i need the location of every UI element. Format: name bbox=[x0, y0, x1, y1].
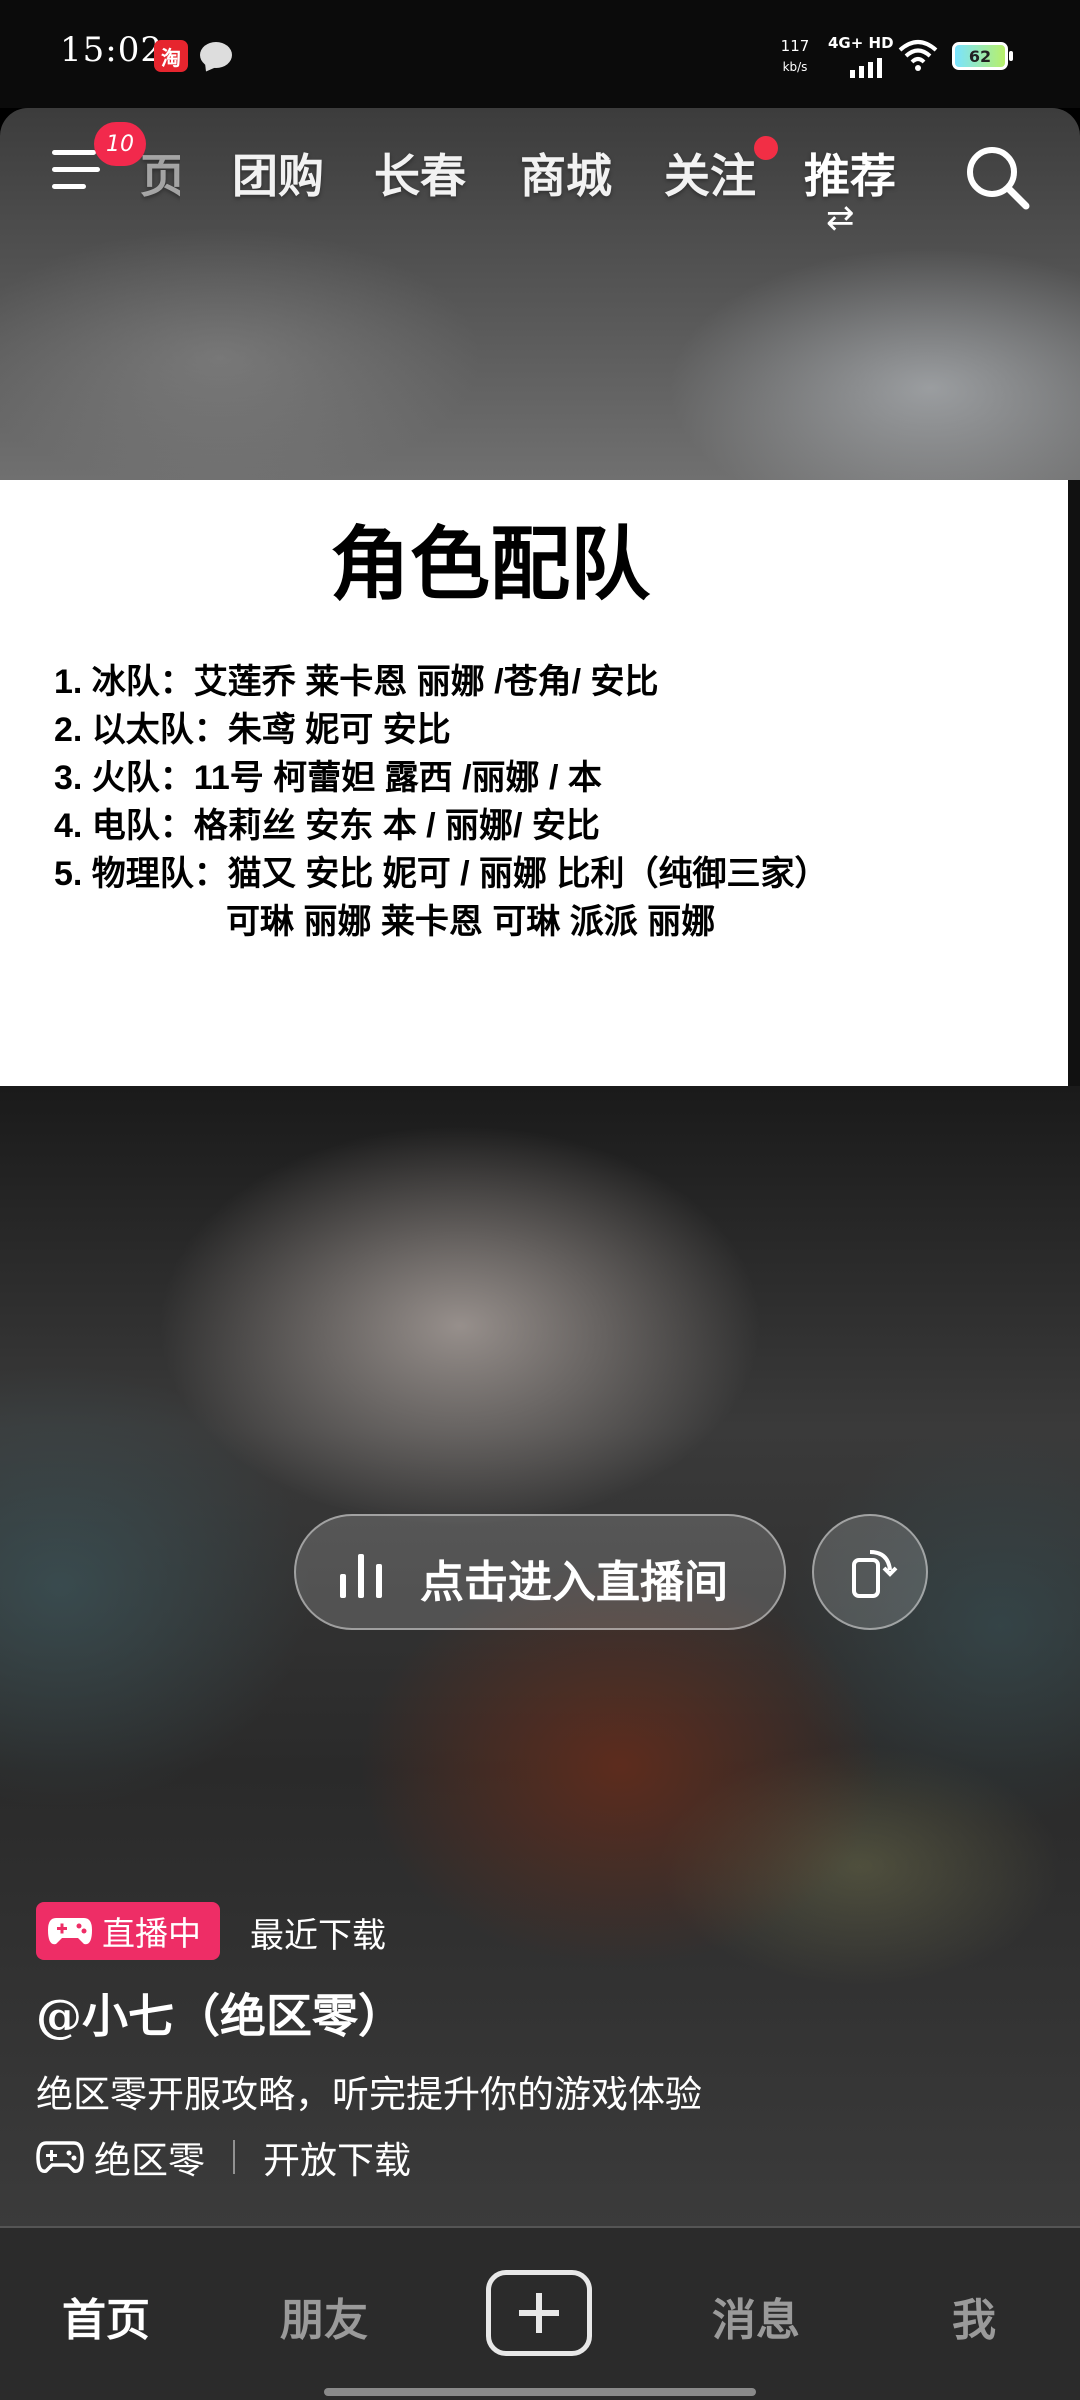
document-line-physical-cont: 可琳 丽娜 莱卡恩 可琳 派派 丽娜 bbox=[226, 903, 716, 941]
gamepad-outline-icon bbox=[36, 2141, 84, 2173]
battery-icon: 62 bbox=[952, 42, 1013, 70]
recent-download-label: 最近下载 bbox=[250, 1916, 386, 1956]
nav-messages[interactable]: 消息 bbox=[712, 2284, 800, 2348]
status-bar: 15:02 淘 117 kb/s 4G+ HD 62 bbox=[0, 0, 1080, 108]
following-notification-dot bbox=[754, 136, 778, 160]
document-edge bbox=[1068, 480, 1080, 1086]
author-name[interactable]: @小七（绝区零） bbox=[36, 1980, 404, 2046]
tab-following[interactable]: 关注 bbox=[664, 140, 756, 206]
tab-group-buy[interactable]: 团购 bbox=[232, 140, 324, 206]
tab-mall[interactable]: 商城 bbox=[520, 140, 612, 206]
signal-icon bbox=[850, 58, 882, 78]
audio-bars-icon bbox=[340, 1554, 386, 1598]
menu-button[interactable] bbox=[52, 150, 100, 194]
game-status: 开放下载 bbox=[263, 2139, 411, 2182]
network-speed: 117 kb/s bbox=[778, 34, 812, 76]
menu-notification-badge: 10 bbox=[94, 122, 146, 166]
enter-live-room-button[interactable]: 点击进入直播间 bbox=[294, 1514, 786, 1630]
network-speed-unit: kb/s bbox=[782, 60, 808, 74]
nav-me[interactable]: 我 bbox=[952, 2284, 996, 2348]
wifi-icon bbox=[898, 40, 938, 71]
document-title: 角色配队 bbox=[330, 520, 650, 609]
home-indicator[interactable] bbox=[324, 2388, 756, 2396]
taobao-app-icon: 淘 bbox=[154, 40, 188, 72]
tab-city[interactable]: 长春 bbox=[374, 140, 466, 206]
video-description: 绝区零开服攻略，听完提升你的游戏体验 bbox=[36, 2073, 702, 2116]
enter-live-room-label: 点击进入直播间 bbox=[420, 1557, 728, 1608]
team-lineup-document: 角色配队 1. 冰队：艾莲乔 莱卡恩 丽娜 /苍角/ 安比 2. 以太队：朱鸢 … bbox=[0, 480, 1068, 1086]
game-name: 绝区零 bbox=[94, 2139, 205, 2182]
document-line-ether: 2. 以太队：朱鸢 妮可 安比 bbox=[54, 711, 451, 749]
chat-notification-icon bbox=[200, 42, 232, 68]
separator bbox=[233, 2140, 235, 2174]
network-speed-value: 117 bbox=[780, 37, 810, 55]
document-line-electric: 4. 电队：格莉丝 安东 本 / 丽娜/ 安比 bbox=[54, 807, 600, 845]
gamepad-icon bbox=[48, 1918, 92, 1945]
switch-arrows-icon[interactable]: ⇄ bbox=[826, 201, 855, 235]
rotate-screen-icon bbox=[852, 1550, 898, 1598]
tab-partial[interactable]: 页 bbox=[140, 140, 180, 206]
document-line-physical: 5. 物理队：猫又 安比 妮可 / 丽娜 比利（纯御三家） bbox=[54, 855, 829, 893]
network-type: 4G+ HD bbox=[828, 34, 894, 52]
create-post-button[interactable] bbox=[486, 2270, 592, 2356]
rotate-screen-button[interactable] bbox=[812, 1514, 928, 1630]
status-time: 15:02 bbox=[60, 30, 163, 70]
nav-friends[interactable]: 朋友 bbox=[280, 2284, 368, 2348]
game-download-link[interactable]: 绝区零 开放下载 bbox=[36, 2130, 411, 2184]
live-status-badge[interactable]: 直播中 bbox=[36, 1902, 220, 1960]
nav-home[interactable]: 首页 bbox=[62, 2284, 150, 2348]
search-icon[interactable] bbox=[962, 142, 1032, 212]
document-line-ice: 1. 冰队：艾莲乔 莱卡恩 丽娜 /苍角/ 安比 bbox=[54, 663, 659, 701]
tab-recommend[interactable]: 推荐 bbox=[804, 140, 896, 206]
live-status-label: 直播中 bbox=[102, 1915, 201, 1952]
document-line-fire: 3. 火队：11号 柯蕾妲 露西 /丽娜 / 本 bbox=[54, 759, 602, 797]
live-video-preview[interactable] bbox=[0, 1086, 1080, 2226]
